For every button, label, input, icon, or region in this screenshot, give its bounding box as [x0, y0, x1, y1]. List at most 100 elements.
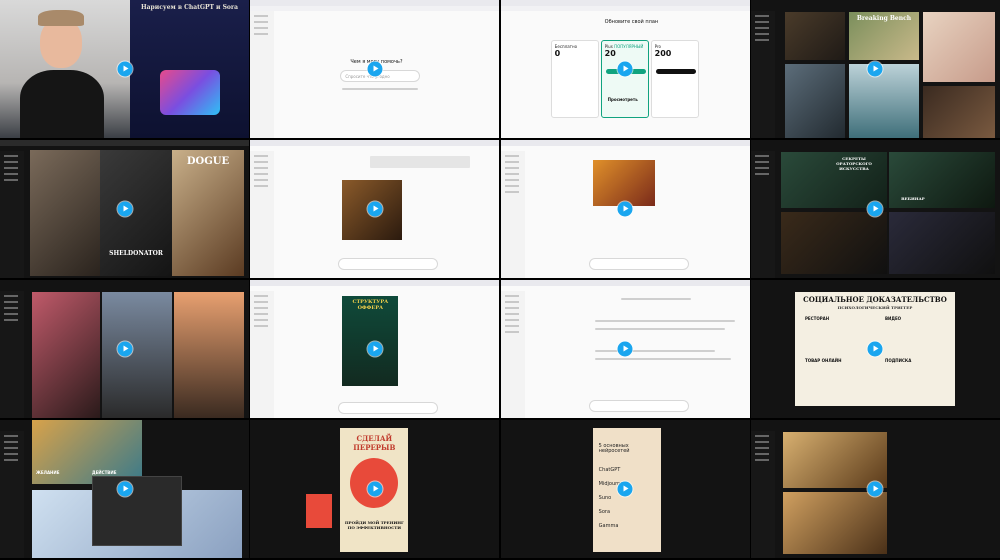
plus-view-label[interactable]: Просмотреть — [608, 97, 638, 102]
play-button[interactable] — [867, 201, 883, 217]
play-button[interactable] — [117, 341, 132, 357]
sora-sidebar — [750, 431, 775, 558]
frame-6-chat-image — [250, 140, 500, 278]
thumbnail[interactable] — [306, 494, 333, 528]
play-button[interactable] — [617, 481, 633, 497]
frame-3-pricing: Обновите свой план Бесплатно 0 Plus ПОПУ… — [500, 0, 750, 138]
gallery-image-4 — [784, 64, 845, 138]
play-button[interactable] — [617, 341, 633, 357]
play-button[interactable] — [367, 61, 383, 77]
message-line — [620, 298, 691, 300]
generated-image — [592, 160, 655, 206]
chat-sidebar — [250, 151, 275, 278]
sora-sidebar — [0, 291, 24, 418]
gallery-caption: DOGUE — [186, 156, 230, 167]
play-button[interactable] — [117, 481, 132, 497]
poster-title: СОЦИАЛЬНОЕ ДОКАЗАТЕЛЬСТВО — [803, 295, 947, 304]
gallery-image-2: SHELDONATOR — [100, 150, 172, 276]
storyboard-grid: Нарисуем в ChatGPT и Sora Чем я могу пом… — [0, 0, 1000, 560]
poster-title: Нарисуем в ChatGPT и Sora — [141, 4, 238, 11]
play-button[interactable] — [367, 481, 383, 497]
play-button[interactable] — [867, 61, 883, 77]
play-button[interactable] — [367, 341, 383, 357]
sora-sidebar — [0, 151, 24, 278]
gallery-caption: СЕКРЕТЫ ОРАТОРСКОГО ИСКУССТВА — [836, 156, 872, 171]
frame-2-chatgpt-home: Чем я могу помочь? Спросите что угодно — [250, 0, 500, 138]
notebook-item: Sora — [598, 509, 611, 515]
gallery-image-2: ВЕБИНАР — [888, 152, 995, 208]
poster-title: СТРУКТУРА ОФФЕРА — [352, 299, 389, 311]
frame-12-poster: СОЦИАЛЬНОЕ ДОКАЗАТЕЛЬСТВО ПСИХОЛОГИЧЕСКИ… — [750, 280, 1000, 418]
play-button[interactable] — [617, 201, 633, 217]
prompt-placeholder: Спросите что угодно — [345, 74, 390, 79]
play-button[interactable] — [117, 201, 132, 217]
gallery-caption: SHELDONATOR — [109, 250, 163, 257]
poster-image: Нарисуем в ChatGPT и Sora — [130, 0, 249, 138]
browser-tabbar — [250, 280, 500, 286]
gallery-image-2 — [782, 492, 887, 554]
gallery-image-2: Breaking Bench — [848, 12, 919, 60]
browser-tabbar — [500, 280, 750, 286]
context-menu[interactable] — [92, 476, 182, 546]
poster-cell: ВИДЕО — [884, 316, 902, 321]
chat-sidebar — [250, 291, 275, 418]
user-message — [370, 156, 471, 168]
chat-sidebar — [500, 151, 525, 278]
frame-13-comic: ЖЕЛАНИЕ ДЕЙСТВИЕ — [0, 420, 249, 558]
gallery-image-6 — [922, 86, 995, 138]
comic-image: ЖЕЛАНИЕ ДЕЙСТВИЕ — [32, 420, 142, 484]
comic-label: ЖЕЛАНИЕ — [36, 470, 60, 475]
webcam-image — [0, 0, 130, 138]
play-button[interactable] — [867, 481, 883, 497]
play-button[interactable] — [117, 61, 132, 77]
gallery-image-3 — [922, 12, 995, 82]
prompt-input[interactable] — [338, 402, 439, 414]
notebook-item: ChatGPT — [598, 467, 621, 473]
gallery-image-5 — [848, 64, 919, 138]
frame-9-sora-gallery — [0, 280, 249, 418]
gallery-caption: Breaking Bench — [856, 15, 912, 22]
message-line — [594, 350, 715, 352]
frame-5-sora-gallery: SHELDONATOR DOGUE — [0, 140, 249, 278]
notebook-title: 5 основных нейросетей — [598, 443, 630, 454]
frame-4-sora-gallery: Breaking Bench — [750, 0, 1000, 138]
frame-15-notebook: 5 основных нейросетей ChatGPT Midjourney… — [500, 420, 750, 558]
frame-11-chat-text — [500, 280, 750, 418]
sora-sidebar — [750, 151, 775, 278]
play-button[interactable] — [367, 201, 383, 217]
prompt-input[interactable] — [588, 400, 689, 412]
poster-title: СДЕЛАЙ ПЕРЕРЫВ — [353, 434, 396, 452]
sora-sidebar — [750, 11, 775, 138]
gallery-image-4 — [888, 212, 995, 274]
gallery-image-1: СЕКРЕТЫ ОРАТОРСКОГО ИСКУССТВА — [780, 152, 887, 208]
notebook-item: Suno — [598, 495, 612, 501]
pro-cta-button[interactable] — [655, 69, 696, 74]
gallery-caption: ВЕБИНАР — [901, 196, 925, 201]
browser-tabbar — [250, 140, 500, 146]
plan-plus: Plus ПОПУЛЯРНЫЙ 20 Просмотреть — [600, 40, 649, 118]
poster-cell: ТОВАР ОНЛАЙН — [804, 358, 842, 363]
prompt-input[interactable] — [588, 258, 689, 270]
plan-price: 0 — [554, 49, 561, 58]
message-line — [594, 320, 735, 322]
play-button[interactable] — [617, 61, 633, 77]
plan-price: 200 — [654, 49, 672, 58]
frame-7-chat-image — [500, 140, 750, 278]
gallery-image-2 — [102, 292, 172, 418]
gallery-image-3 — [780, 212, 887, 274]
browser-tabbar — [500, 140, 750, 146]
address-bar[interactable] — [500, 6, 750, 11]
gallery-image-1 — [30, 150, 100, 276]
gallery-image-3 — [174, 292, 244, 418]
frame-14-poster: СДЕЛАЙ ПЕРЕРЫВ ПРОЙДИ МОЙ ТРЕНИНГ ПО ЭФФ… — [250, 420, 500, 558]
gallery-image-1 — [782, 432, 887, 488]
suggestion-row — [342, 88, 419, 90]
play-button[interactable] — [867, 341, 883, 357]
comic-label: ДЕЙСТВИЕ — [92, 470, 117, 475]
poster-cell: ПОДПИСКА — [884, 358, 912, 363]
pricing-heading: Обновите свой план — [604, 19, 659, 25]
address-bar[interactable] — [250, 6, 500, 11]
plan-free: Бесплатно 0 — [550, 40, 599, 118]
chat-sidebar — [500, 291, 525, 418]
prompt-input[interactable] — [338, 258, 439, 270]
